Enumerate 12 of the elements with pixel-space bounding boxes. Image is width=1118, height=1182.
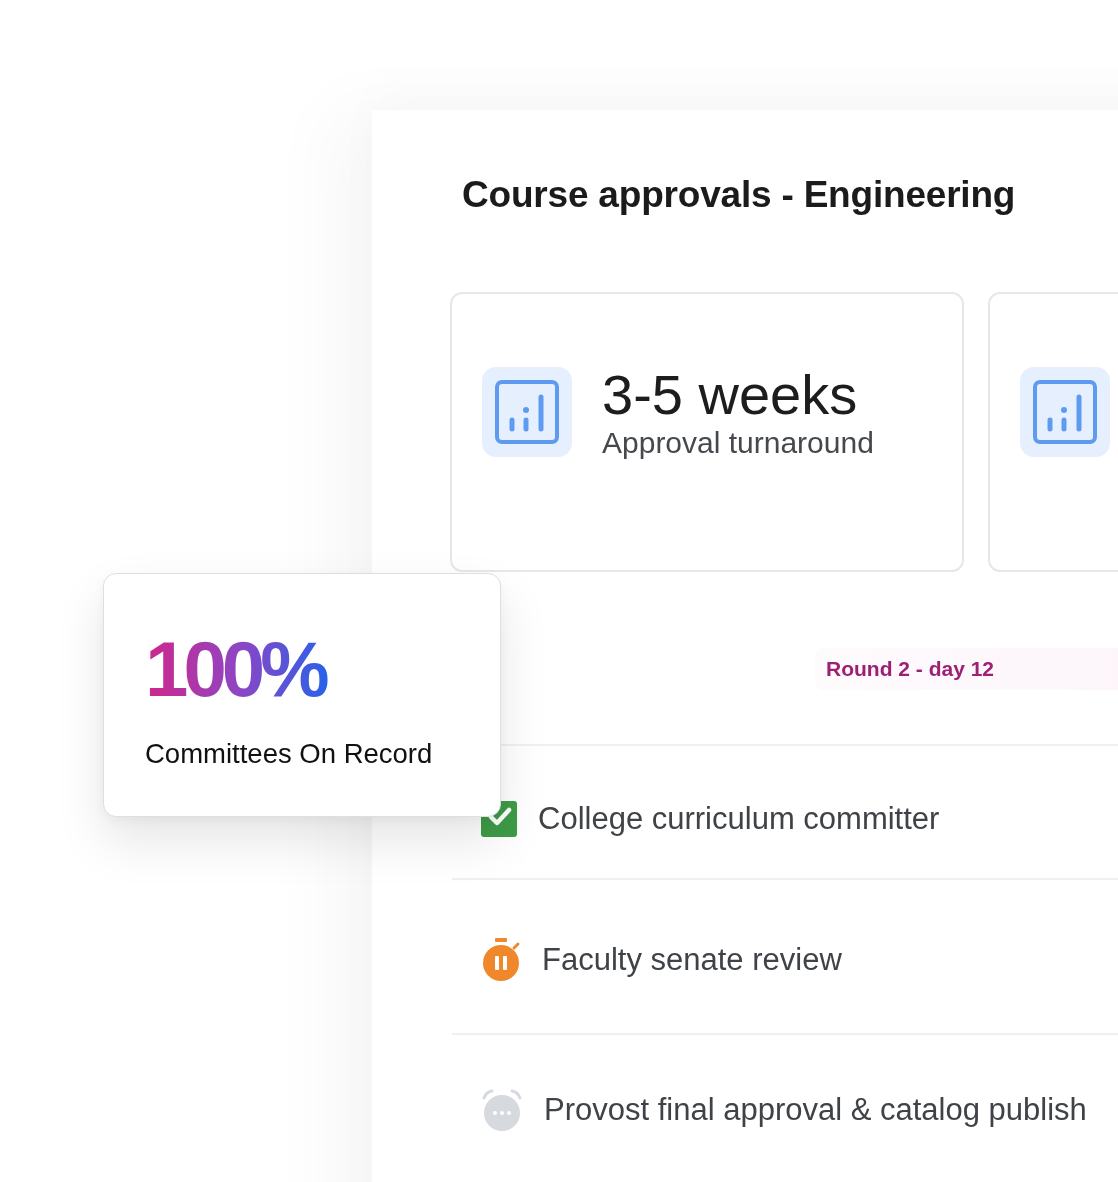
alarm-clock-icon bbox=[481, 1089, 523, 1131]
bar-chart-icon bbox=[482, 367, 572, 457]
bar-chart-icon bbox=[1020, 367, 1110, 457]
step-label: Faculty senate review bbox=[542, 940, 842, 979]
step-label: College curriculum committer bbox=[538, 800, 940, 838]
status-badge: Round 2 - day 12 bbox=[815, 648, 1118, 690]
step-label: Provost final approval & catalog publish bbox=[544, 1091, 1087, 1129]
summary-label: Committees On Record bbox=[145, 738, 434, 770]
stopwatch-icon bbox=[481, 937, 521, 982]
stat-value: 3-5 weeks bbox=[602, 365, 859, 425]
stat-label: Approval turnaround bbox=[602, 425, 874, 461]
page-title: Course approvals - Engineering bbox=[462, 173, 1017, 217]
